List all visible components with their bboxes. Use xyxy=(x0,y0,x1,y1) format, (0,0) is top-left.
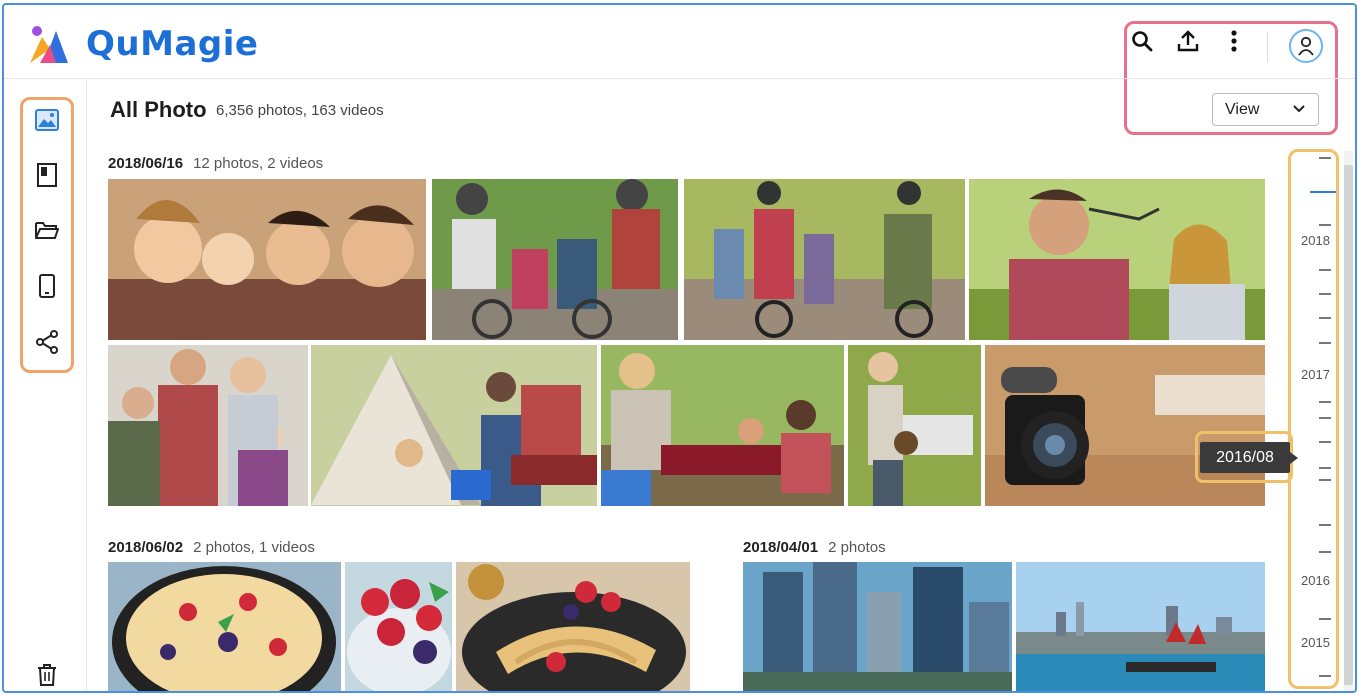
view-dropdown[interactable]: View xyxy=(1212,93,1319,126)
group-count: 2 photos xyxy=(828,539,886,556)
timeline-cursor[interactable] xyxy=(1310,191,1336,193)
timeline-tick[interactable] xyxy=(1319,618,1331,620)
toolbar-divider xyxy=(1267,32,1268,62)
group-header: 2018/06/02 2 photos, 1 videos xyxy=(108,539,315,556)
timeline-year[interactable]: 2017 xyxy=(1301,367,1330,382)
photo-thumbnail[interactable] xyxy=(684,179,965,340)
timeline-tick[interactable] xyxy=(1319,269,1331,271)
timeline-year[interactable]: 2016 xyxy=(1301,573,1330,588)
photo-thumbnail[interactable] xyxy=(969,179,1265,340)
share-icon[interactable] xyxy=(32,327,62,357)
timeline-year[interactable]: 2018 xyxy=(1301,233,1330,248)
timeline-tick[interactable] xyxy=(1319,479,1331,481)
photo-thumbnail[interactable] xyxy=(1016,562,1265,691)
group-header: 2018/06/16 12 photos, 2 videos xyxy=(108,155,323,172)
timeline-tick[interactable] xyxy=(1319,417,1331,419)
page-summary: 6,356 photos, 163 videos xyxy=(216,102,384,119)
timeline-tick[interactable] xyxy=(1319,342,1331,344)
timeline-tick[interactable] xyxy=(1319,467,1331,469)
photo-thumbnail[interactable] xyxy=(108,345,308,506)
view-label: View xyxy=(1225,100,1260,118)
photo-thumbnail[interactable] xyxy=(345,562,452,691)
group-date: 2018/06/16 xyxy=(108,155,184,172)
photos-icon[interactable] xyxy=(32,105,62,135)
photo-thumbnail[interactable] xyxy=(108,179,426,340)
chevron-down-icon xyxy=(1292,101,1306,119)
photo-thumbnail[interactable] xyxy=(848,345,981,506)
group-count: 12 photos, 2 videos xyxy=(193,155,324,172)
timeline-tick[interactable] xyxy=(1319,317,1331,319)
albums-icon[interactable] xyxy=(32,160,62,190)
search-icon[interactable] xyxy=(1128,27,1156,55)
group-count: 2 photos, 1 videos xyxy=(193,539,315,556)
header-divider xyxy=(4,78,1355,79)
trash-icon[interactable] xyxy=(32,660,62,690)
app-logo[interactable]: QuMagie xyxy=(26,23,258,65)
more-icon[interactable] xyxy=(1220,27,1248,55)
timeline-tick[interactable] xyxy=(1319,524,1331,526)
scrollbar-thumb[interactable] xyxy=(1344,165,1353,685)
photo-thumbnail[interactable] xyxy=(456,562,690,691)
photo-thumbnail[interactable] xyxy=(743,562,1012,691)
qumagie-logo-icon xyxy=(26,23,72,65)
device-icon[interactable] xyxy=(32,271,62,301)
group-date: 2018/04/01 xyxy=(743,539,819,556)
photo-thumbnail[interactable] xyxy=(432,179,678,340)
timeline-tick[interactable] xyxy=(1319,224,1331,226)
sidebar-divider xyxy=(86,79,87,691)
app-name: QuMagie xyxy=(86,24,259,64)
timeline-year[interactable]: 2015 xyxy=(1301,635,1330,650)
timeline-tick[interactable] xyxy=(1319,401,1331,403)
app-window: QuMagie All Photo 6,356 photos, 163 vide… xyxy=(2,3,1357,693)
timeline-tick[interactable] xyxy=(1319,157,1331,159)
photo-thumbnail[interactable] xyxy=(311,345,597,506)
photo-thumbnail[interactable] xyxy=(601,345,844,506)
photo-thumbnail[interactable] xyxy=(108,562,341,691)
timeline-tick[interactable] xyxy=(1319,675,1331,677)
user-avatar-icon[interactable] xyxy=(1289,29,1323,63)
timeline-tooltip: 2016/08 xyxy=(1200,442,1298,473)
group-header: 2018/04/01 2 photos xyxy=(743,539,886,556)
group-date: 2018/06/02 xyxy=(108,539,184,556)
folder-icon[interactable] xyxy=(32,215,62,245)
timeline-tick[interactable] xyxy=(1319,441,1331,443)
timeline-tick[interactable] xyxy=(1319,551,1331,553)
timeline-highlight xyxy=(1288,149,1339,689)
timeline-tick[interactable] xyxy=(1319,293,1331,295)
page-title: All Photo xyxy=(110,97,207,122)
upload-icon[interactable] xyxy=(1174,27,1202,55)
